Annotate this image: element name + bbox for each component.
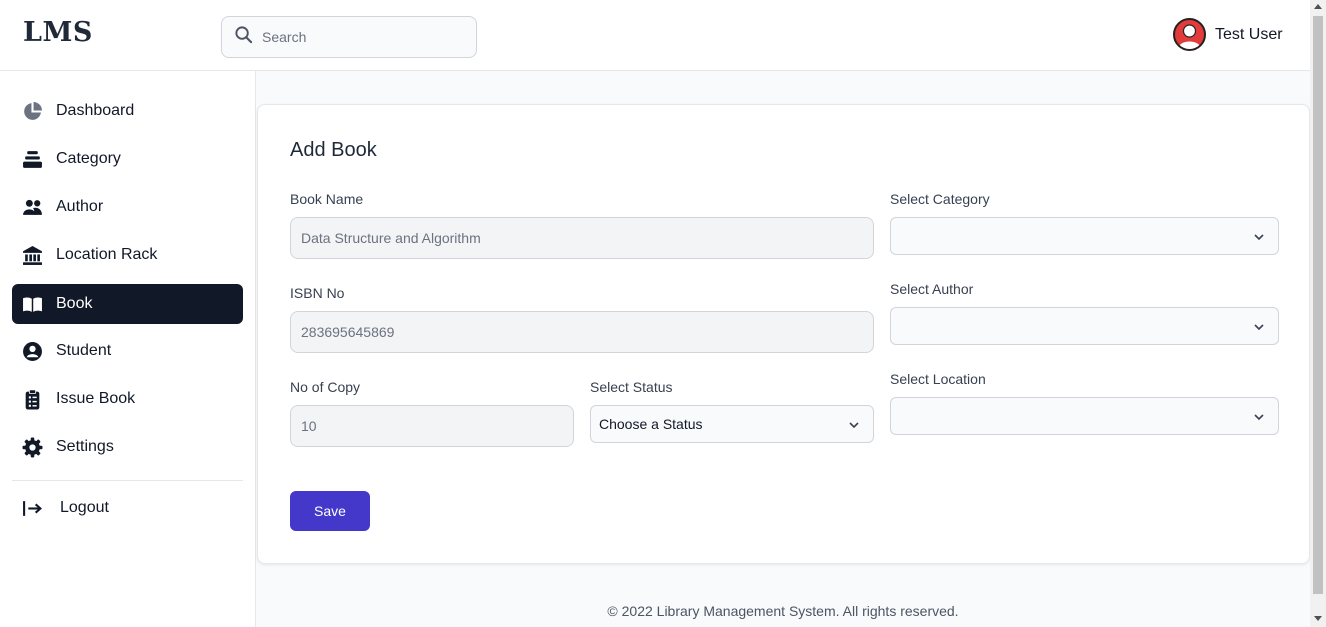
search-box[interactable] <box>221 16 477 58</box>
save-button[interactable]: Save <box>290 491 370 531</box>
sidebar-item-student[interactable]: Student <box>12 331 243 371</box>
book-name-field[interactable]: Data Structure and Algorithm <box>290 217 874 259</box>
sidebar-item-label: Issue Book <box>56 390 136 407</box>
scroll-up-arrow-icon[interactable] <box>1314 4 1322 9</box>
copies-field[interactable]: 10 <box>290 405 574 447</box>
category-select[interactable] <box>890 217 1279 255</box>
sidebar-divider <box>12 480 243 481</box>
chevron-down-icon <box>849 422 859 429</box>
sidebar-item-settings[interactable]: Settings <box>12 427 243 467</box>
users-icon <box>22 197 43 218</box>
chevron-down-icon <box>1254 414 1264 421</box>
top-header: LMS Test User <box>0 0 1310 71</box>
book-name-label: Book Name <box>290 191 364 207</box>
scroll-down-arrow-icon[interactable] <box>1314 616 1322 621</box>
logout-label: Logout <box>60 499 109 516</box>
logout-icon <box>22 498 43 519</box>
sidebar-item-dashboard[interactable]: Dashboard <box>12 91 243 131</box>
page-scrollbar[interactable] <box>1310 0 1326 627</box>
sidebar-item-author[interactable]: Author <box>12 187 243 227</box>
page-title: Add Book <box>290 139 377 161</box>
building-icon <box>22 245 43 266</box>
chevron-down-icon <box>1254 234 1264 241</box>
add-book-card: Add Book Book Name Data Structure and Al… <box>257 104 1310 564</box>
app-logo[interactable]: LMS <box>23 17 93 48</box>
sidebar-item-label: Settings <box>56 438 114 455</box>
isbn-label: ISBN No <box>290 285 345 301</box>
location-select[interactable] <box>890 397 1279 435</box>
category-label: Select Category <box>890 191 990 207</box>
status-label: Select Status <box>590 379 673 395</box>
main-content: Add Book Book Name Data Structure and Al… <box>256 71 1310 627</box>
scrollbar-thumb[interactable] <box>1313 16 1323 594</box>
sidebar-item-book[interactable]: Book <box>12 284 243 324</box>
sidebar-item-label: Author <box>56 198 104 215</box>
isbn-field[interactable]: 283695645869 <box>290 311 874 353</box>
author-select[interactable] <box>890 307 1279 345</box>
search-input[interactable] <box>262 29 462 45</box>
status-select[interactable]: Choose a Status <box>590 405 874 443</box>
user-name[interactable]: Test User <box>1215 26 1283 44</box>
sidebar-item-label: Student <box>56 342 112 359</box>
location-label: Select Location <box>890 371 986 387</box>
user-circle-icon <box>22 341 43 362</box>
sidebar-item-issue-book[interactable]: Issue Book <box>12 379 243 419</box>
logout-button[interactable]: Logout <box>12 488 243 528</box>
clipboard-icon <box>22 388 43 410</box>
avatar[interactable] <box>1173 18 1206 51</box>
user-menu[interactable]: Test User <box>1173 18 1283 51</box>
status-select-value: Choose a Status <box>599 416 703 432</box>
layers-icon <box>22 149 43 170</box>
sidebar-item-label: Category <box>56 150 121 167</box>
pie-chart-icon <box>22 101 43 122</box>
sidebar: Dashboard Category Author Location Rack … <box>0 71 256 627</box>
copies-label: No of Copy <box>290 379 361 395</box>
sidebar-item-location-rack[interactable]: Location Rack <box>12 235 243 275</box>
search-icon <box>234 25 253 49</box>
sidebar-item-label: Book <box>56 295 93 312</box>
gear-icon <box>22 437 43 458</box>
author-label: Select Author <box>890 281 974 297</box>
sidebar-item-category[interactable]: Category <box>12 139 243 179</box>
sidebar-item-label: Location Rack <box>56 246 158 263</box>
chevron-down-icon <box>1254 324 1264 331</box>
sidebar-item-label: Dashboard <box>56 102 135 119</box>
footer-text: © 2022 Library Management System. All ri… <box>607 603 959 619</box>
book-open-icon <box>22 294 43 315</box>
